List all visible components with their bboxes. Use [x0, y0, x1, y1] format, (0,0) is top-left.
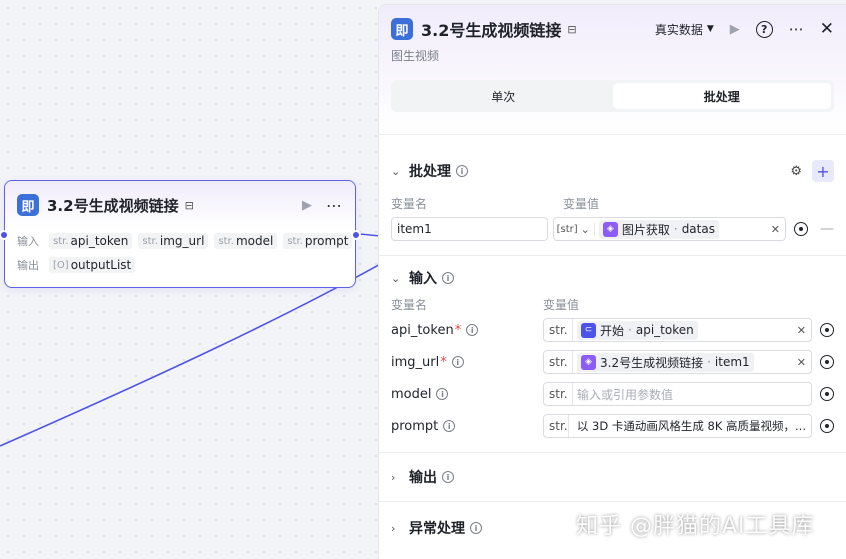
param-row-prompt: prompt i str. 以 3D 卡通动画风格生成 8K 高质量视频，...	[391, 410, 834, 442]
run-mode-tabs: 单次 批处理	[391, 80, 834, 112]
param-value-field[interactable]: str. ⊂ 开始 · api_token ✕	[543, 318, 812, 342]
node-outputs-row: 输出 [O] outputList	[5, 253, 355, 277]
chevron-right-icon[interactable]: ›	[391, 522, 409, 535]
more-options-icon[interactable]: ⋯	[326, 196, 343, 215]
clear-icon[interactable]: ✕	[797, 324, 806, 337]
batch-section-title: 批处理	[409, 164, 451, 180]
data-source-dropdown[interactable]: 真实数据 ▼	[655, 21, 714, 38]
caret-down-icon: ▼	[706, 24, 714, 34]
info-icon[interactable]: i	[466, 324, 479, 336]
type-label: str.	[549, 383, 573, 405]
chevron-down-icon[interactable]: ⌄	[391, 165, 409, 178]
node-inputs-row: 输入 str. api_token str. img_url str. model s…	[5, 229, 355, 253]
batch-section: ⌄ 批处理 i ⚙ + 变量名 变量值 item1 [str] ⌄ ◈ 图片获取…	[379, 135, 846, 256]
param-value-input[interactable]: str. 以 3D 卡通动画风格生成 8K 高质量视频，...	[543, 414, 812, 438]
reference-target-icon[interactable]	[820, 323, 834, 337]
node-header: 即 3.2号生成视频链接 ⊟ ▶ ⋯	[5, 181, 355, 229]
panel-title[interactable]: 3.2号生成视频链接	[421, 17, 561, 41]
param-row-img-url: img_url * i str. ◈ 3.2号生成视频链接 · item1 ✕	[391, 346, 834, 378]
run-icon[interactable]: ▶	[730, 22, 740, 37]
param-name: img_url * i	[391, 355, 543, 370]
node-input-chip: str. img_url	[138, 233, 209, 249]
reference-target-icon[interactable]	[820, 419, 834, 433]
panel-header: 即 3.2号生成视频链接 ⊟ 真实数据 ▼ ▶ ? ⋯ ✕ 图生视频 单次 批处理	[379, 5, 846, 135]
type-label: [str]	[556, 223, 578, 235]
param-row-model: model i str. 输入或引用参数值	[391, 378, 834, 410]
node-output-label: 输出	[17, 259, 39, 272]
reference-target-icon[interactable]	[794, 222, 808, 236]
type-label: str.	[549, 415, 569, 437]
node-output-port[interactable]	[351, 230, 361, 240]
col-header-name: 变量名	[391, 196, 428, 211]
input-section: ⌄ 输入 i 变量名 变量值 api_token * i str. ⊂ 开始 · api…	[379, 256, 846, 453]
node-config-panel: 即 3.2号生成视频链接 ⊟ 真实数据 ▼ ▶ ? ⋯ ✕ 图生视频 单次 批处理…	[378, 4, 846, 559]
reference-target-icon[interactable]	[820, 355, 834, 369]
tab-single[interactable]: 单次	[394, 83, 613, 109]
variable-reference-tag: ◈ 图片获取 · datas	[598, 219, 719, 239]
node-title: 3.2号生成视频链接	[47, 196, 179, 215]
info-icon[interactable]: i	[443, 420, 456, 432]
info-icon[interactable]: i	[451, 356, 464, 368]
col-header-name: 变量名	[391, 297, 428, 312]
info-icon[interactable]: i	[470, 522, 482, 534]
chevron-down-icon[interactable]: ⌄	[581, 222, 595, 236]
panel-subtitle: 图生视频	[391, 49, 440, 63]
param-value-text: 以 3D 卡通动画风格生成 8K 高质量视频，...	[576, 419, 806, 433]
chevron-right-icon[interactable]: ›	[391, 471, 409, 484]
param-value-field[interactable]: str. ◈ 3.2号生成视频链接 · item1 ✕	[543, 350, 812, 374]
batch-variable-row: item1 [str] ⌄ ◈ 图片获取 · datas ✕ —	[391, 213, 834, 245]
run-node-icon[interactable]: ▶	[302, 198, 312, 213]
input-section-title: 输入	[409, 271, 437, 287]
param-placeholder: 输入或引用参数值	[577, 387, 674, 402]
param-value-input[interactable]: str. 输入或引用参数值	[543, 382, 812, 406]
node-output-chip: [O] outputList	[49, 257, 136, 273]
param-name: prompt i	[391, 419, 543, 434]
reference-target-icon[interactable]	[820, 387, 834, 401]
node-input-chip: str. api_token	[49, 233, 133, 249]
variable-reference-tag: ◈ 3.2号生成视频链接 · item1	[577, 352, 754, 372]
param-row-api-token: api_token * i str. ⊂ 开始 · api_token ✕	[391, 314, 834, 346]
add-variable-button[interactable]: +	[812, 160, 834, 182]
output-section-title[interactable]: 输出	[409, 467, 437, 487]
output-section: › 输出 i	[379, 453, 846, 502]
variable-reference-tag: ⊂ 开始 · api_token	[577, 320, 698, 340]
plugin-app-icon: 即	[391, 18, 413, 40]
batch-mode-icon: ⊟	[567, 22, 577, 36]
plugin-icon: ◈	[602, 221, 618, 237]
workflow-node-generate-video[interactable]: 即 3.2号生成视频链接 ⊟ ▶ ⋯ 输入 str. api_token str.…	[0, 180, 361, 288]
more-options-icon[interactable]: ⋯	[789, 20, 804, 38]
gear-icon[interactable]: ⚙	[790, 164, 802, 179]
param-name: model i	[391, 387, 543, 402]
node-input-chip: str. prompt	[283, 233, 353, 249]
plugin-app-icon: 即	[17, 194, 39, 216]
close-icon[interactable]: ✕	[820, 19, 834, 39]
type-label: str.	[549, 351, 573, 373]
col-header-value: 变量值	[563, 196, 600, 211]
clear-icon[interactable]: ✕	[771, 223, 780, 236]
help-icon[interactable]: ?	[755, 20, 773, 38]
info-icon[interactable]: i	[442, 272, 454, 284]
batch-variable-name-input[interactable]: item1	[391, 217, 548, 241]
clear-icon[interactable]: ✕	[797, 356, 806, 369]
info-icon[interactable]: i	[442, 471, 454, 483]
info-icon[interactable]: i	[436, 388, 449, 400]
batch-mode-icon: ⊟	[184, 198, 194, 212]
start-node-icon: ⊂	[581, 322, 596, 338]
chevron-down-icon[interactable]: ⌄	[391, 272, 409, 285]
error-section-title[interactable]: 异常处理	[409, 518, 465, 538]
watermark: 知乎 @胖猫的AI工具库	[576, 514, 815, 539]
tab-batch[interactable]: 批处理	[612, 83, 831, 109]
col-header-value: 变量值	[543, 297, 580, 312]
node-input-chip: str. model	[214, 233, 278, 249]
param-name: api_token * i	[391, 323, 543, 338]
type-label: str.	[549, 319, 573, 341]
plugin-icon: ◈	[581, 354, 596, 370]
batch-variable-value-field[interactable]: [str] ⌄ ◈ 图片获取 · datas ✕	[552, 217, 786, 241]
remove-variable-icon[interactable]: —	[820, 221, 834, 237]
node-input-label: 输入	[17, 235, 39, 248]
info-icon[interactable]: i	[456, 165, 468, 177]
